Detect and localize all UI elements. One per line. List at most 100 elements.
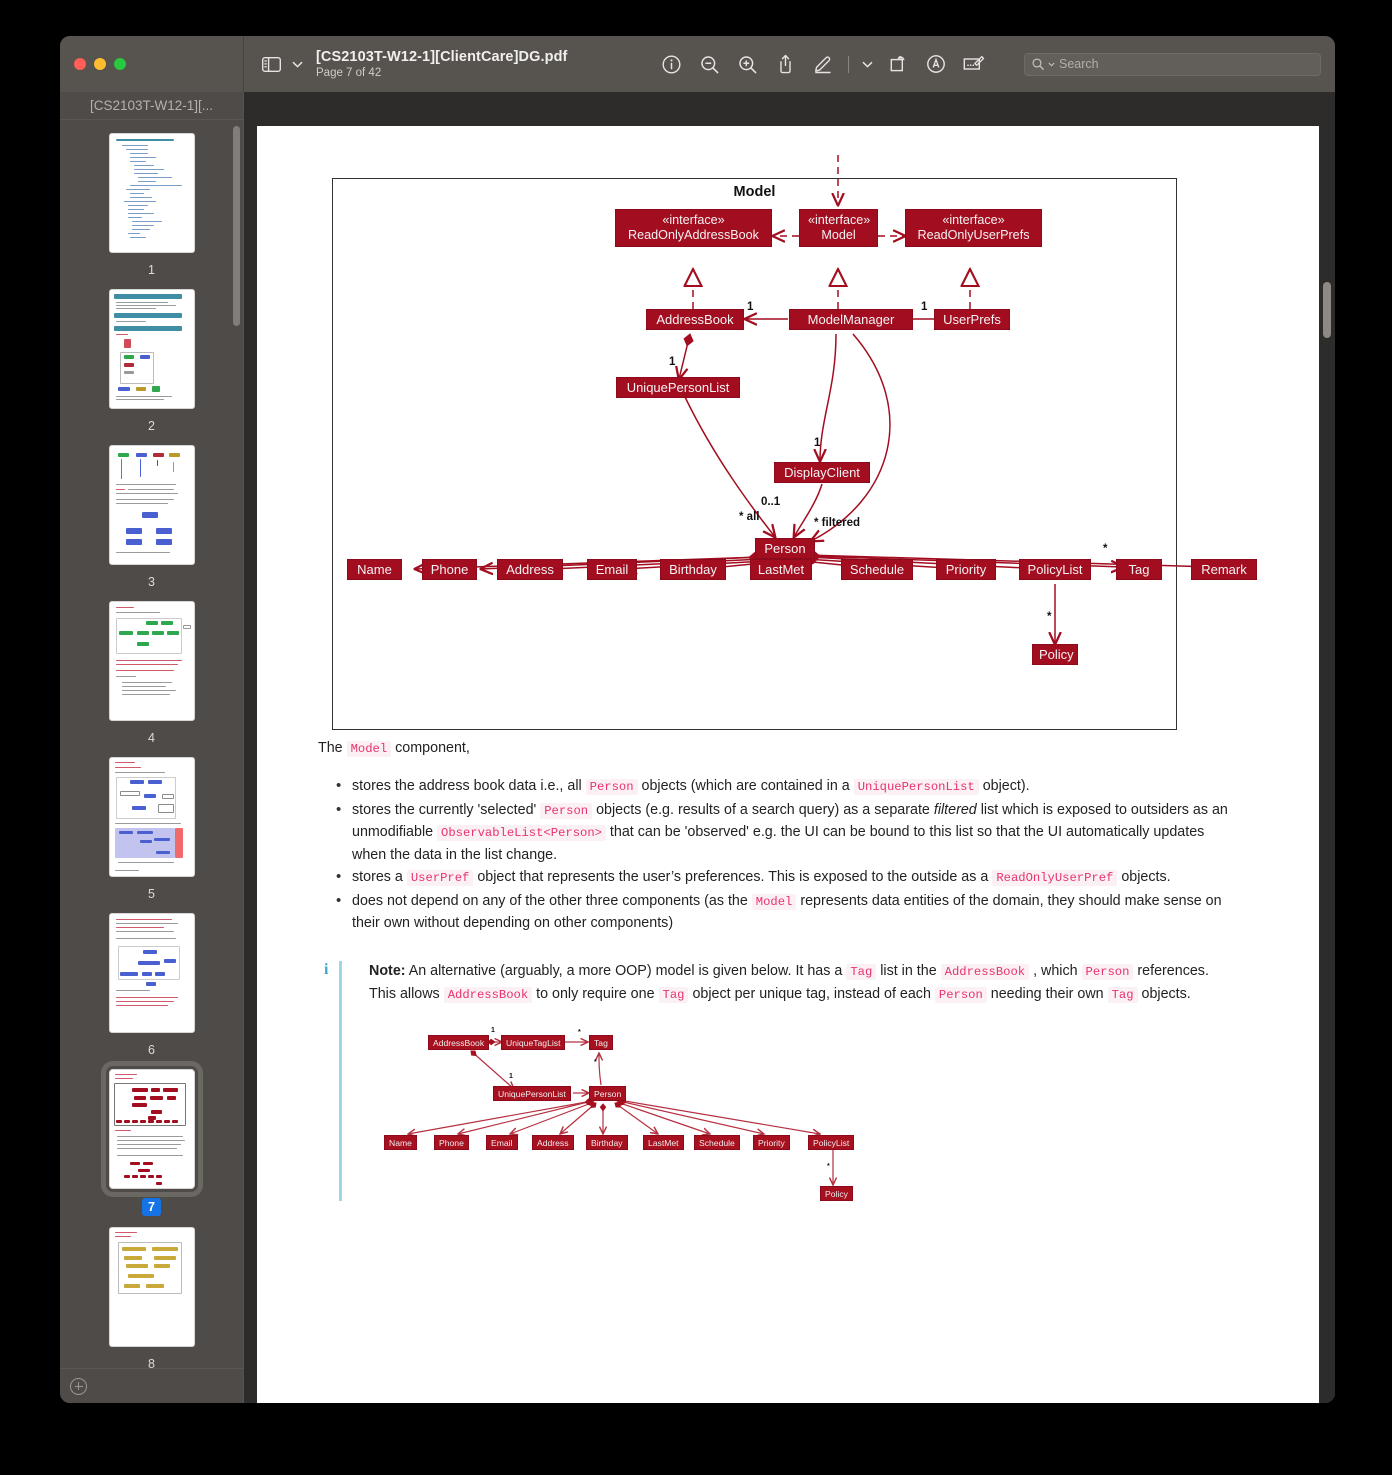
multiplicity-policy: * bbox=[1047, 611, 1052, 623]
node-readonlyuserprefs: «interface» ReadOnlyUserPrefs bbox=[905, 209, 1042, 247]
oop-model-class-diagram: AddressBook UniqueTagList Tag UniquePers… bbox=[370, 1021, 870, 1211]
thumbnail-image bbox=[100, 1061, 203, 1197]
text: objects. bbox=[1117, 869, 1171, 885]
thumbnail-page-6[interactable]: 6 bbox=[108, 913, 195, 1058]
thumbnail-image bbox=[108, 1227, 195, 1347]
node-addressbook: AddressBook bbox=[646, 309, 744, 330]
thumbnail-sidebar: [CS2103T-W12-1][... 1 2 3 4 5 6 7 8 bbox=[60, 92, 243, 1403]
emphasis-filtered: filtered bbox=[933, 801, 977, 818]
node-lastmet: LastMet bbox=[750, 559, 812, 580]
multiplicity-uniquepersonlist: 1 bbox=[669, 356, 676, 368]
document-info: [CS2103T-W12-1][ClientCare]DG.pdf Page 7… bbox=[316, 49, 636, 79]
node-readonlyaddressbook: «interface» ReadOnlyAddressBook bbox=[615, 209, 772, 247]
note-callout: i Note: An alternative (arguably, a more… bbox=[324, 961, 1239, 1201]
add-page-icon[interactable] bbox=[70, 1377, 87, 1395]
sidebar-footer bbox=[60, 1368, 243, 1403]
markup-highlight-icon[interactable] bbox=[806, 49, 840, 79]
text: object per unique tag, instead of each bbox=[688, 985, 935, 1002]
text: needing their own bbox=[986, 985, 1108, 1002]
node-priority: Priority bbox=[936, 559, 996, 580]
node-modelmanager: ModelManager bbox=[789, 309, 913, 330]
stereotype: «interface» bbox=[808, 213, 871, 227]
page-view[interactable]: Model «interface» ReadOnlyAddressBook «i… bbox=[244, 92, 1335, 1403]
toolbar-tools bbox=[654, 49, 991, 79]
chevron-down-icon[interactable] bbox=[857, 49, 877, 79]
code-addressbook: AddressBook bbox=[940, 964, 1030, 980]
code-person: Person bbox=[585, 779, 638, 795]
thumbnail-page-1[interactable]: 1 bbox=[108, 133, 195, 278]
list-item: stores a UserPref object that represents… bbox=[330, 866, 1240, 890]
close-button[interactable] bbox=[74, 58, 86, 70]
code-readonlyuserpref: ReadOnlyUserPref bbox=[992, 870, 1118, 886]
node-displayclient: DisplayClient bbox=[774, 462, 870, 483]
page-indicator: Page 7 of 42 bbox=[316, 67, 382, 79]
chevron-down-icon bbox=[1048, 62, 1055, 66]
thumbnail-number: 8 bbox=[148, 1357, 155, 1368]
multiplicity2-star: * bbox=[578, 1029, 581, 1036]
multiplicity-displayclient: 1 bbox=[814, 437, 821, 449]
thumbnail-image bbox=[108, 289, 195, 409]
thumbnail-number: 3 bbox=[148, 575, 155, 589]
thumbnail-list[interactable]: 1 2 3 4 5 6 7 8 bbox=[60, 121, 243, 1368]
text: , which bbox=[1029, 963, 1082, 979]
node2-person: Person bbox=[589, 1086, 627, 1101]
node-uniquepersonlist: UniquePersonList bbox=[616, 377, 740, 398]
node2-addressbook: AddressBook bbox=[428, 1035, 490, 1050]
multiplicity2-star-b: * bbox=[594, 1059, 597, 1066]
info-icon[interactable] bbox=[654, 49, 688, 79]
thumbnail-number: 1 bbox=[148, 263, 155, 277]
toolbar-separator bbox=[848, 55, 849, 73]
code-person: Person bbox=[934, 986, 987, 1003]
text: does not depend on any of the other thre… bbox=[352, 892, 752, 909]
node-remark: Remark bbox=[1191, 559, 1257, 580]
note-label: Note: bbox=[369, 963, 406, 979]
text: object). bbox=[978, 778, 1030, 794]
multiplicity2-1b: 1 bbox=[509, 1073, 513, 1080]
text: objects (which are contained in a bbox=[637, 778, 854, 794]
text: stores the address book data i.e., all bbox=[352, 778, 586, 794]
thumbnail-image bbox=[108, 133, 195, 253]
share-icon[interactable] bbox=[768, 49, 802, 79]
sign-icon[interactable] bbox=[957, 49, 991, 79]
code-uniquepersonlist: UniquePersonList bbox=[853, 779, 979, 795]
multiplicity-person-filtered: * filtered bbox=[814, 517, 861, 529]
thumbnail-number: 7 bbox=[142, 1198, 161, 1216]
interface-name: ReadOnlyAddressBook bbox=[628, 228, 759, 242]
sidebar-toggle-icon[interactable] bbox=[254, 49, 288, 79]
document-title: [CS2103T-W12-1][ClientCare]DG.pdf bbox=[316, 49, 568, 65]
thumbnail-number: 2 bbox=[148, 419, 155, 433]
node-model-interface: «interface» Model bbox=[799, 209, 878, 247]
stereotype: «interface» bbox=[942, 213, 1005, 227]
zoom-out-icon[interactable] bbox=[692, 49, 726, 79]
thumbnail-page-3[interactable]: 3 bbox=[108, 445, 195, 590]
zoom-in-icon[interactable] bbox=[730, 49, 764, 79]
text: objects (e.g. results of a search query)… bbox=[592, 801, 934, 818]
node2-priority: Priority bbox=[753, 1135, 790, 1150]
intro-before: The bbox=[318, 740, 347, 756]
node2-phone: Phone bbox=[434, 1135, 469, 1150]
thumbnail-page-2[interactable]: 2 bbox=[108, 289, 195, 434]
thumbnail-page-7[interactable]: 7 bbox=[100, 1061, 203, 1216]
multiplicity-person-0-1: 0..1 bbox=[761, 496, 781, 508]
thumbnail-number: 5 bbox=[148, 887, 155, 901]
pdf-page: Model «interface» ReadOnlyAddressBook «i… bbox=[257, 126, 1319, 1403]
annotate-icon[interactable] bbox=[919, 49, 953, 79]
chevron-down-icon[interactable] bbox=[288, 49, 306, 79]
node2-email: Email bbox=[486, 1135, 518, 1150]
info-icon: i bbox=[324, 961, 329, 978]
thumbnail-page-4[interactable]: 4 bbox=[108, 601, 195, 746]
node-email: Email bbox=[587, 559, 637, 580]
minimize-button[interactable] bbox=[94, 58, 106, 70]
page-scrollbar[interactable] bbox=[1323, 282, 1331, 338]
rotate-icon[interactable] bbox=[881, 49, 915, 79]
search-icon bbox=[1032, 58, 1044, 70]
thumbnail-page-5[interactable]: 5 bbox=[108, 757, 195, 902]
model-bullet-list: stores the address book data i.e., all P… bbox=[330, 775, 1240, 936]
search-input[interactable]: Search bbox=[1024, 52, 1321, 76]
text: An alternative (arguably, a more OOP) mo… bbox=[405, 963, 847, 979]
toolbar-divider bbox=[243, 36, 244, 92]
sidebar-scrollbar[interactable] bbox=[233, 126, 240, 326]
node-address: Address bbox=[497, 559, 563, 580]
thumbnail-page-8[interactable]: 8 bbox=[108, 1227, 195, 1368]
maximize-button[interactable] bbox=[114, 58, 126, 70]
